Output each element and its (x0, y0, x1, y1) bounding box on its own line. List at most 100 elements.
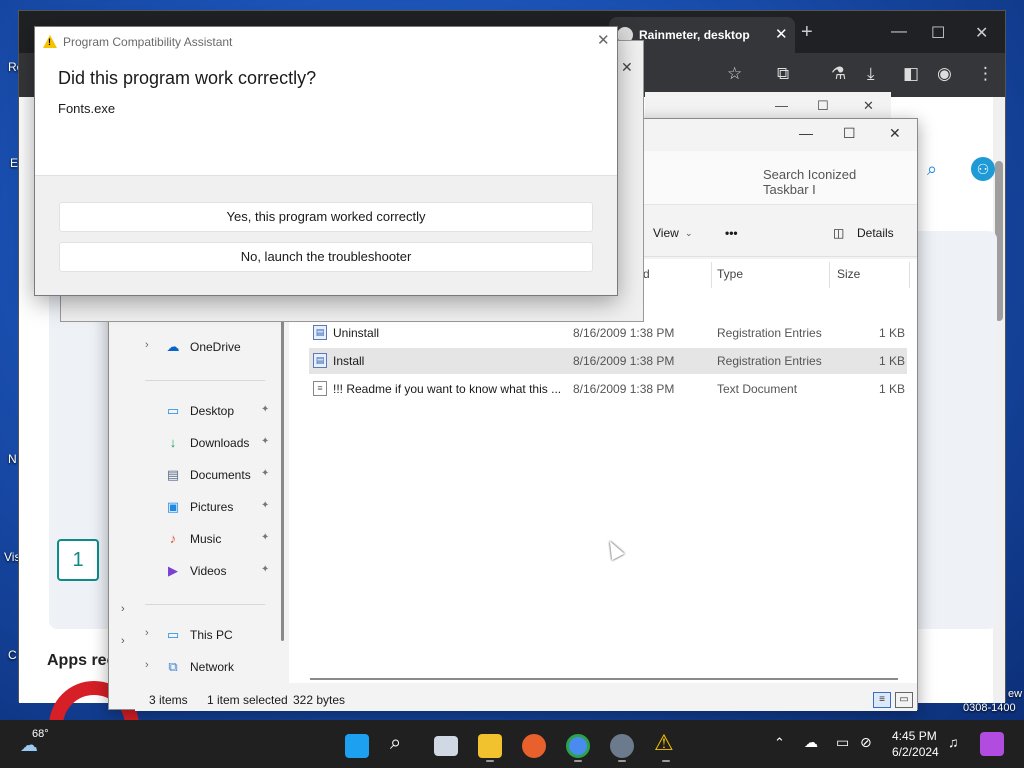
close-icon[interactable]: ✕ (621, 59, 633, 76)
nav-item-videos[interactable]: ▶ Videos ✦ (135, 558, 277, 584)
launch-troubleshooter-button[interactable]: No, launch the troubleshooter (59, 242, 593, 272)
pin-icon[interactable]: ✦ (261, 436, 269, 447)
chevron-right-icon[interactable]: › (121, 603, 125, 615)
nav-item-documents[interactable]: ▤ Documents ✦ (135, 462, 277, 488)
menu-kebab-icon[interactable]: ⋮ (977, 64, 994, 84)
pin-icon[interactable]: ✦ (261, 532, 269, 543)
task-view-icon[interactable] (434, 736, 458, 756)
start-icon[interactable] (345, 734, 369, 758)
chevron-right-icon[interactable]: › (121, 635, 125, 647)
close-button[interactable]: ✕ (889, 125, 901, 142)
desktop-icon: ▭ (166, 403, 180, 418)
background-window-titlebar: — ☐ ✕ (645, 92, 891, 120)
column-divider[interactable] (829, 262, 830, 288)
download-icon[interactable]: ⤓ (867, 64, 875, 84)
nav-label: Videos (190, 564, 227, 578)
notification-bell-icon[interactable]: ♫ (948, 734, 959, 750)
labs-flask-icon[interactable]: ⚗ (831, 64, 846, 84)
dialog-heading: Did this program work correctly? (58, 68, 317, 88)
maximize-button[interactable]: ☐ (931, 23, 945, 43)
pin-icon[interactable]: ✦ (261, 468, 269, 479)
more-options-button[interactable]: ••• (725, 226, 738, 240)
maximize-button[interactable]: ☐ (817, 98, 829, 114)
chevron-down-icon[interactable]: ⌄ (685, 228, 693, 239)
column-header-size[interactable]: Size (837, 267, 860, 281)
nav-scrollbar[interactable] (281, 309, 284, 641)
warning-icon[interactable]: ⚠ (654, 730, 674, 756)
clock-date[interactable]: 6/2/2024 (892, 745, 939, 759)
profile-icon[interactable]: ◉ (937, 64, 952, 84)
nav-label: Desktop (190, 404, 235, 418)
close-button[interactable]: ✕ (597, 31, 610, 49)
new-tab-button[interactable]: + (801, 21, 813, 44)
worked-correctly-button[interactable]: Yes, this program worked correctly (59, 202, 593, 232)
bookmark-star-icon[interactable]: ☆ (727, 64, 742, 84)
column-header-type[interactable]: Type (717, 267, 743, 281)
step-number-badge: 1 (57, 539, 99, 581)
nav-item-music[interactable]: ♪ Music ✦ (135, 526, 277, 552)
file-name: Uninstall (333, 326, 380, 340)
file-explorer-icon[interactable] (478, 734, 502, 758)
nav-item-downloads[interactable]: ↓ Downloads ✦ (135, 430, 277, 456)
minimize-button[interactable]: — (799, 125, 813, 141)
column-divider[interactable] (909, 262, 910, 288)
pictures-icon: ▣ (166, 499, 180, 514)
close-tab-icon[interactable]: ✕ (775, 25, 788, 43)
running-indicator (662, 760, 670, 762)
column-header-date[interactable]: d (643, 267, 650, 281)
details-view-icon[interactable]: ≡ (873, 692, 891, 708)
running-indicator (486, 760, 494, 762)
chevron-right-icon[interactable]: › (145, 627, 149, 639)
dialog-footer: Yes, this program worked correctly No, l… (35, 175, 617, 295)
chevron-up-icon[interactable]: ⌃ (774, 735, 785, 751)
file-row[interactable]: ≡ !!! Readme if you want to know what th… (309, 376, 907, 402)
nav-item-onedrive[interactable]: › ☁ OneDrive (135, 334, 277, 360)
selection-size: 322 bytes (293, 693, 346, 707)
registry-file-icon: ▤ (313, 353, 327, 368)
view-button[interactable]: View (653, 226, 679, 240)
settings-icon[interactable] (610, 734, 634, 758)
extensions-icon[interactable]: ⧉ (777, 64, 789, 84)
desktop-icon-label[interactable]: C (8, 648, 17, 662)
clock-time[interactable]: 4:45 PM (892, 729, 937, 743)
desktop-icon-label[interactable]: E (10, 156, 18, 170)
copilot-icon[interactable] (980, 732, 1004, 756)
temperature[interactable]: 68° (32, 728, 49, 740)
nav-item-pictures[interactable]: ▣ Pictures ✦ (135, 494, 277, 520)
pin-icon[interactable]: ✦ (261, 404, 269, 415)
chrome-icon[interactable] (566, 734, 590, 758)
side-panel-icon[interactable]: ◧ (903, 64, 919, 84)
pin-icon[interactable]: ✦ (261, 564, 269, 575)
maximize-button[interactable]: ☐ (843, 125, 856, 142)
file-size: 1 KB (879, 326, 906, 340)
search-icon[interactable]: ⌕ (927, 159, 937, 180)
onedrive-cloud-icon: ☁ (166, 339, 180, 354)
pin-icon[interactable]: ✦ (261, 500, 269, 511)
minimize-button[interactable]: — (891, 23, 907, 41)
details-button[interactable]: Details (857, 226, 894, 240)
watermark-text: 0308-1400 (963, 702, 1016, 714)
horizontal-scrollbar[interactable] (310, 678, 898, 680)
tiles-view-icon[interactable]: ▭ (895, 692, 913, 708)
close-button[interactable]: ✕ (975, 23, 988, 43)
file-row[interactable]: ▤ Install 8/16/2009 1:38 PM Registration… (309, 348, 907, 374)
nav-item-this-pc[interactable]: › ▭ This PC (135, 622, 277, 648)
file-date: 8/16/2009 1:38 PM (573, 326, 675, 340)
display-icon[interactable]: ▭ (836, 734, 849, 751)
network-status-icon[interactable]: ☁ (804, 734, 818, 751)
details-pane-icon[interactable]: ◫ (833, 226, 844, 240)
desktop-icon-label[interactable]: N (8, 452, 17, 466)
minimize-button[interactable]: — (775, 98, 788, 113)
column-divider[interactable] (711, 262, 712, 288)
chevron-right-icon[interactable]: › (145, 339, 149, 351)
firefox-icon[interactable] (522, 734, 546, 758)
nav-item-network[interactable]: › ⧉ Network (135, 654, 277, 680)
search-input[interactable]: Search Iconized Taskbar I (749, 159, 917, 197)
nav-item-desktop[interactable]: ▭ Desktop ✦ (135, 398, 277, 424)
file-row[interactable]: ▤ Uninstall 8/16/2009 1:38 PM Registrati… (309, 320, 907, 346)
close-button[interactable]: ✕ (863, 98, 874, 114)
chevron-right-icon[interactable]: › (145, 659, 149, 671)
search-icon[interactable]: ⌕ (390, 732, 401, 755)
volume-muted-icon[interactable]: ⊘ (860, 734, 872, 751)
user-avatar[interactable]: ⚇ (971, 157, 995, 181)
